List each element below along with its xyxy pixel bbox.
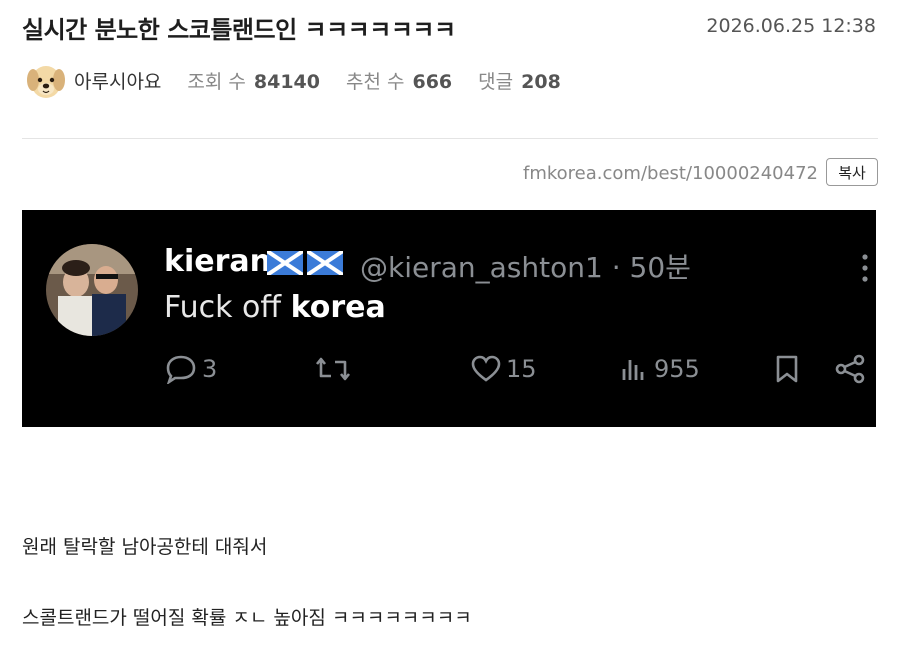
like-action[interactable]: 15 <box>470 354 537 384</box>
tweet-screenshot: kieran @kieran_ashton1 · 50분 Fuck off ko… <box>22 210 876 427</box>
retweet-action[interactable] <box>314 354 352 384</box>
views-action[interactable]: 955 <box>620 354 700 384</box>
comments-count: 208 <box>521 70 561 93</box>
tweet-handle[interactable]: @kieran_ashton1 · 50분 <box>360 246 691 286</box>
divider <box>22 138 878 139</box>
share-icon <box>835 354 865 384</box>
tweet-flags <box>267 251 343 275</box>
body-line-1: 원래 탈락할 남아공한테 대줘서 <box>22 536 268 558</box>
dog-avatar-icon[interactable] <box>24 58 68 102</box>
bookmark-action[interactable] <box>774 354 800 384</box>
retweet-icon <box>315 357 351 381</box>
tweet-user-name[interactable]: kieran <box>164 244 271 279</box>
body-line-2: 스콜트랜드가 떨어질 확률 ㅈㄴ 높아짐 ㅋㅋㅋㅋㅋㅋㅋㅋ <box>22 607 472 629</box>
post-meta: 아루시아요 조회 수 84140 추천 수 666 댓글 208 <box>24 58 561 102</box>
reply-icon <box>166 355 196 384</box>
views-icon <box>622 360 644 380</box>
recommend-stat: 추천 수 666 <box>346 67 452 94</box>
author-name[interactable]: 아루시아요 <box>74 67 161 94</box>
like-count: 15 <box>506 355 537 383</box>
tweet-avatar <box>46 244 138 336</box>
share-action[interactable] <box>834 354 866 384</box>
copy-url-button[interactable]: 복사 <box>826 158 878 186</box>
views-label: 조회 수 <box>187 70 246 93</box>
views-count: 84140 <box>253 70 320 93</box>
recommend-label: 추천 수 <box>346 70 405 93</box>
tweet-text-prefix: Fuck off <box>164 290 291 325</box>
recommend-count: 666 <box>412 70 453 93</box>
comments-label: 댓글 <box>478 70 514 93</box>
reply-action[interactable]: 3 <box>164 354 217 384</box>
tweet-text-bold: korea <box>290 290 386 325</box>
reply-count: 3 <box>202 355 218 383</box>
post-url[interactable]: fmkorea.com/best/10000240472 <box>523 163 818 184</box>
more-icon[interactable] <box>860 252 870 284</box>
views-count-tweet: 955 <box>654 355 700 383</box>
bookmark-icon <box>776 355 798 383</box>
like-icon <box>471 355 501 382</box>
post-date: 2026.06.25 12:38 <box>706 15 876 37</box>
scotland-flag-icon <box>267 251 303 275</box>
post-page: 실시간 분노한 스코틀랜드인 ㅋㅋㅋㅋㅋㅋㅋ 2026.06.25 12:38 … <box>0 0 900 657</box>
views-stat: 조회 수 84140 <box>187 67 320 94</box>
tweet-text: Fuck off korea <box>164 290 386 325</box>
comments-stat[interactable]: 댓글 208 <box>478 67 561 94</box>
scotland-flag-icon <box>307 251 343 275</box>
post-title: 실시간 분노한 스코틀랜드인 ㅋㅋㅋㅋㅋㅋㅋ <box>22 16 456 44</box>
